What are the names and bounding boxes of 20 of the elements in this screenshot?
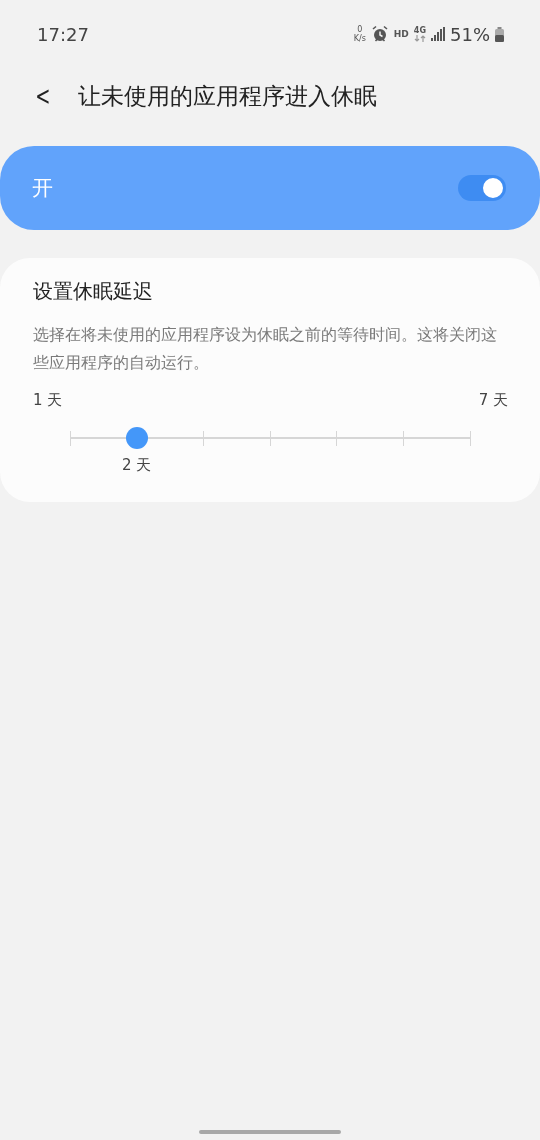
network-speed: 0 K/s [353, 25, 366, 43]
network-type: 4G [413, 26, 426, 35]
battery-percent: 51% [450, 23, 490, 45]
battery-icon [495, 26, 504, 42]
max-label: 7 天 [478, 391, 508, 410]
back-button[interactable]: < [32, 81, 54, 111]
toggle-switch[interactable] [458, 175, 506, 201]
slider-thumb[interactable] [125, 427, 148, 449]
card-description: 选择在将未使用的应用程序设为休眠之前的等待时间。这将关闭这些应用程序的自动运行。 [33, 325, 498, 374]
page-title: 让未使用的应用程序进入休眠 [77, 81, 377, 111]
value-label: 2 天 [122, 456, 152, 475]
alarm-icon [370, 25, 389, 43]
home-handle[interactable] [199, 1130, 341, 1134]
card-title: 设置休眠延迟 [33, 278, 154, 305]
min-label: 1 天 [33, 391, 63, 410]
switch-label: 开 [32, 175, 53, 202]
data-arrows-icon [413, 35, 426, 42]
status-time: 17:27 [37, 23, 89, 45]
signal-icon [431, 27, 445, 41]
hd-indicator: HD [393, 29, 409, 39]
